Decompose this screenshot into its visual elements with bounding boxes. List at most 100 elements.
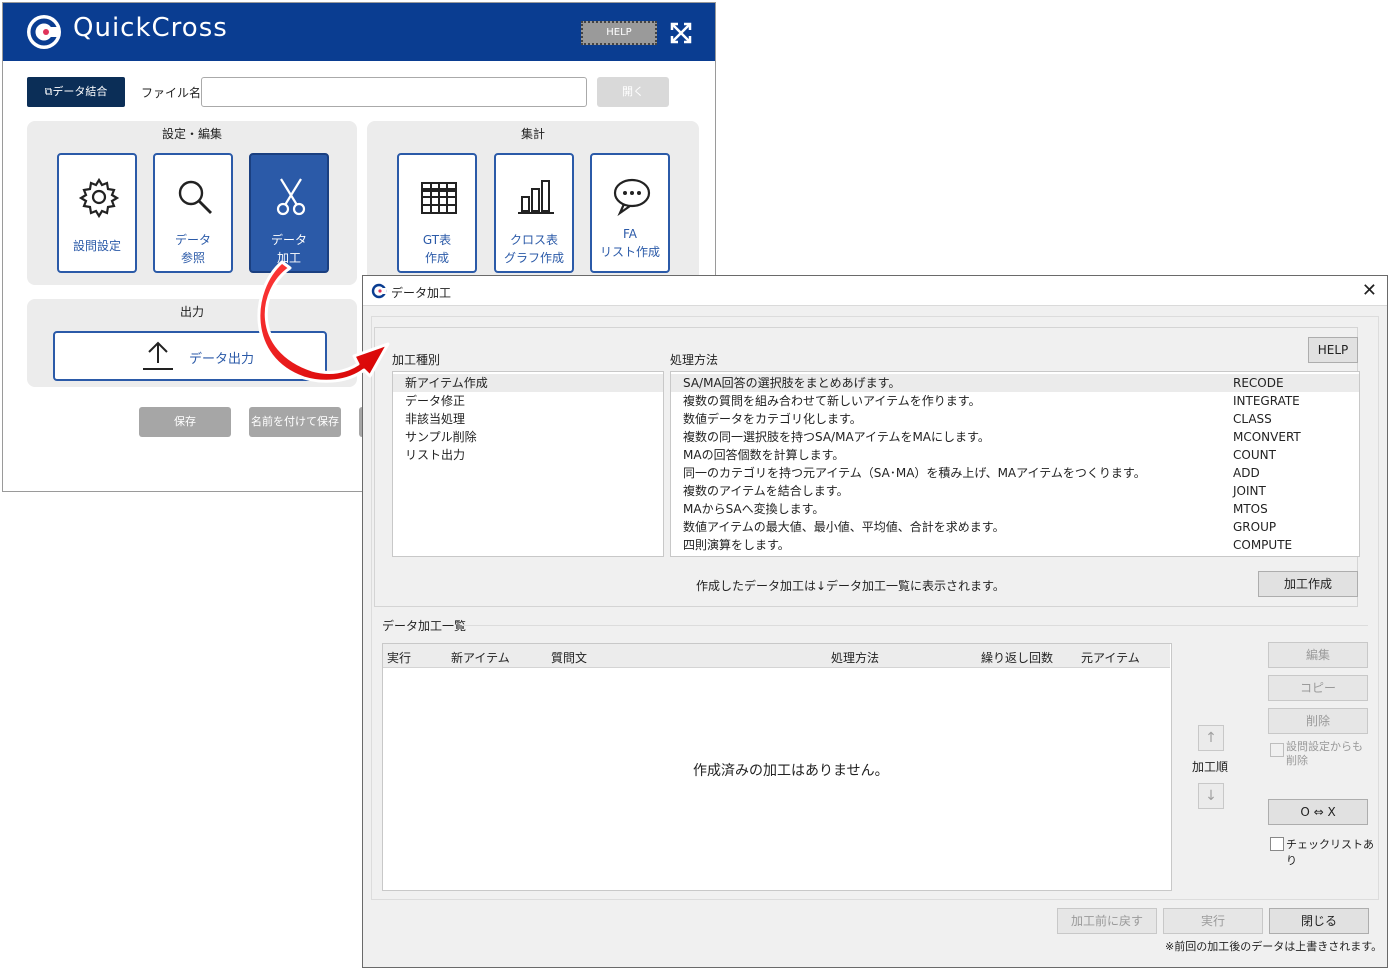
processing-type-list[interactable]: 新アイテム作成 データ修正 非該当処理 サンプル削除 リスト出力 [392, 371, 664, 557]
column-header-new-item: 新アイテム [451, 651, 510, 665]
tile-label-2: 作成 [424, 251, 449, 265]
list-item[interactable]: データ修正 [393, 392, 663, 410]
save-button[interactable]: 保存 [139, 407, 231, 437]
gt-table-tile[interactable]: GT表 作成 [397, 153, 477, 273]
type-label: 新アイテム作成 [405, 376, 488, 390]
list-item[interactable]: 複数の質問を組み合わせて新しいアイテムを作ります。 INTEGRATE [671, 392, 1359, 410]
quickcross-logo-icon [27, 15, 61, 49]
tile-label-1: クロス表 [509, 233, 558, 247]
processing-method-list[interactable]: SA/MA回答の選択肢をまとめあげます。 RECODE 複数の質問を組み合わせて新… [670, 371, 1360, 557]
dialog-help-button[interactable]: HELP [1308, 337, 1358, 363]
delete-button[interactable]: 削除 [1268, 708, 1368, 734]
list-item[interactable]: MAの回答個数を計算します。 COUNT [671, 446, 1359, 464]
tile-label-1: データ [270, 233, 307, 247]
method-code: CLASS [1233, 412, 1272, 426]
method-desc: 同一のカテゴリを持つ元アイテム（SA･MA）を積み上げ、MAアイテムをつくります… [683, 466, 1146, 480]
fa-list-tile[interactable]: FA リスト作成 [590, 153, 670, 273]
type-label: 非該当処理 [405, 412, 466, 426]
list-item[interactable]: MAからSAへ変換します。 MTOS [671, 500, 1359, 518]
tile-label-2: グラフ作成 [503, 251, 564, 265]
save-as-button[interactable]: 名前を付けて保存 [249, 407, 341, 437]
tile-label-1: GT表 [422, 233, 452, 247]
move-up-button[interactable]: ↑ [1198, 725, 1224, 751]
help-button[interactable]: HELP [581, 21, 657, 45]
file-name-input[interactable] [201, 77, 587, 107]
tile-label-1: FA [622, 227, 637, 241]
revert-button[interactable]: 加工前に戻す [1057, 908, 1157, 934]
empty-message: 作成済みの加工はありません。 [693, 763, 889, 779]
bar-chart-icon [518, 180, 554, 214]
overwrite-note: ※前回の加工後のデータは上書きされます。 [1165, 940, 1383, 953]
close-icon[interactable]: ✕ [1362, 280, 1377, 301]
created-note: 作成したデータ加工は↓データ加工一覧に表示されます。 [696, 579, 1005, 593]
cross-table-tile[interactable]: クロス表 グラフ作成 [494, 153, 574, 273]
type-header: 加工種別 [392, 353, 441, 367]
close-button[interactable]: 閉じる [1269, 908, 1369, 934]
expand-icon[interactable] [669, 21, 693, 45]
type-label: リスト出力 [405, 448, 466, 462]
column-header-run: 実行 [387, 651, 412, 665]
order-label: 加工順 [1192, 760, 1229, 774]
list-item[interactable]: サンプル削除 [393, 428, 663, 446]
list-item[interactable]: 数値データをカテゴリ化します。 CLASS [671, 410, 1359, 428]
panel-title: 設定・編集 [161, 127, 222, 141]
speech-bubble-icon [613, 178, 651, 217]
create-processing-button[interactable]: 加工作成 [1258, 571, 1358, 597]
data-processing-dialog: データ加工 ✕ 加工種別 処理方法 HELP 新アイテム作成 データ修正 非該当… [362, 275, 1388, 968]
method-desc: 複数の同一選択肢を持つSA/MAアイテムをMAにします。 [683, 430, 990, 444]
method-desc: 複数の質問を組み合わせて新しいアイテムを作ります。 [683, 394, 981, 408]
tile-label: 設問設定 [72, 239, 121, 253]
checklist-checkbox[interactable] [1270, 837, 1284, 851]
method-desc: MAからSAへ変換します。 [683, 502, 825, 516]
file-name-label: ファイル名 [141, 86, 202, 100]
list-item[interactable]: リスト出力 [393, 446, 663, 464]
method-code: MTOS [1233, 502, 1268, 516]
toggle-ox-button[interactable]: O ⇔ X [1268, 799, 1368, 825]
list-item[interactable]: 数値アイテムの最大値、最小値、平均値、合計を求めます。 GROUP [671, 518, 1359, 536]
column-header-repeat: 繰り返し回数 [981, 651, 1054, 665]
list-item[interactable]: 四則演算をします。 COMPUTE [671, 536, 1359, 554]
move-down-button[interactable]: ↓ [1198, 783, 1224, 809]
panel-title: 集計 [520, 127, 545, 141]
list-item[interactable]: 複数のアイテムを結合します。 JOINT [671, 482, 1359, 500]
processing-table[interactable]: 実行 新アイテム 質問文 処理方法 繰り返し回数 元アイテム 作成済みの加工はあ… [382, 643, 1172, 891]
method-code: JOINT [1233, 484, 1266, 498]
list-item[interactable]: 同一のカテゴリを持つ元アイテム（SA･MA）を積み上げ、MAアイテムをつくります… [671, 464, 1359, 482]
scissors-icon [276, 178, 306, 216]
method-code: MCONVERT [1233, 430, 1301, 444]
method-header: 処理方法 [670, 353, 719, 367]
method-code: ADD [1233, 466, 1260, 480]
dialog-title: データ加工 [391, 286, 452, 300]
red-curved-arrow-icon [257, 260, 390, 383]
list-item[interactable]: 新アイテム作成 [393, 374, 663, 392]
list-item[interactable]: 複数の同一選択肢を持つSA/MAアイテムをMAにします。 MCONVERT [671, 428, 1359, 446]
delete-also-checkbox[interactable] [1270, 743, 1284, 757]
tile-label-1: データ [174, 233, 211, 247]
list-item[interactable]: SA/MA回答の選択肢をまとめあげます。 RECODE [671, 374, 1359, 392]
column-header-source-item: 元アイテム [1081, 651, 1140, 665]
column-header-question: 質問文 [551, 651, 588, 665]
run-button[interactable]: 実行 [1163, 908, 1263, 934]
question-settings-tile[interactable]: 設問設定 [57, 153, 137, 273]
method-desc: 数値データをカテゴリ化します。 [683, 412, 862, 426]
method-desc: 数値アイテムの最大値、最小値、平均値、合計を求めます。 [683, 520, 1005, 534]
data-merge-button[interactable]: ⧉データ結合 [27, 77, 125, 107]
data-processing-tile[interactable]: データ 加工 [249, 153, 329, 273]
method-desc: 四則演算をします。 [683, 538, 790, 552]
output-label: データ出力 [189, 352, 255, 367]
list-item[interactable]: 非該当処理 [393, 410, 663, 428]
copy-button[interactable]: コピー [1268, 675, 1368, 701]
tile-label-2: 参照 [180, 251, 205, 265]
gear-icon [78, 177, 120, 219]
method-code: INTEGRATE [1233, 394, 1300, 408]
column-header-method: 処理方法 [831, 651, 880, 665]
edit-button[interactable]: 編集 [1268, 642, 1368, 668]
method-desc: SA/MA回答の選択肢をまとめあげます。 [683, 376, 901, 390]
method-code: COMPUTE [1233, 538, 1293, 552]
method-code: COUNT [1233, 448, 1276, 462]
open-button[interactable]: 開く [597, 77, 669, 107]
type-label: サンプル削除 [405, 430, 477, 444]
checklist-label: チェックリストあり [1286, 838, 1374, 867]
table-icon [421, 182, 457, 214]
data-reference-tile[interactable]: データ 参照 [153, 153, 233, 273]
